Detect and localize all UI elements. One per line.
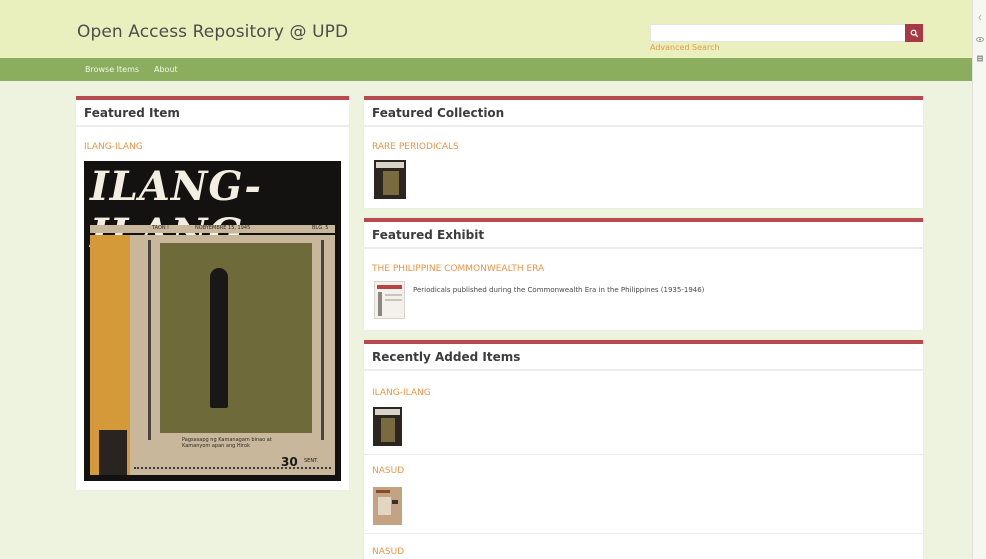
- cover-dotted-rule: [134, 467, 331, 469]
- nav-browse-items[interactable]: Browse Items: [85, 65, 139, 74]
- recently-added-panel: Recently Added Items ILANG-ILANG NASUD N…: [364, 340, 923, 559]
- browser-side-strip: [972, 0, 986, 559]
- recent-item-thumbnail[interactable]: [373, 487, 402, 525]
- advanced-search-link[interactable]: Advanced Search: [650, 43, 720, 52]
- featured-collection-panel: Featured Collection RARE PERIODICALS: [364, 96, 923, 208]
- site-title[interactable]: Open Access Repository @ UPD: [77, 22, 348, 42]
- cover-body: Pagsasapg ng Kamanagam binao at Kamanyom…: [90, 235, 335, 475]
- search-icon: [910, 29, 918, 37]
- recent-item-title-link[interactable]: ILANG-ILANG: [372, 388, 431, 398]
- eye-icon[interactable]: [976, 36, 984, 43]
- featured-exhibit-title-link[interactable]: THE PHILIPPINE COMMONWEALTH ERA: [372, 264, 544, 274]
- recent-item-title-link[interactable]: NASUD: [372, 547, 404, 557]
- recent-divider: [364, 454, 923, 455]
- note-icon[interactable]: [976, 55, 984, 62]
- featured-collection-title-link[interactable]: RARE PERIODICALS: [372, 142, 459, 152]
- cover-masthead: ILANG-ILANG: [90, 163, 262, 257]
- featured-collection-heading: Featured Collection: [364, 100, 923, 127]
- search-button[interactable]: [905, 24, 923, 42]
- cover-caption: Pagsasapg ng Kamanagam binao at Kamanyom…: [182, 437, 272, 449]
- recently-added-heading: Recently Added Items: [364, 344, 923, 371]
- featured-collection-thumbnail[interactable]: [374, 160, 406, 199]
- search-input[interactable]: [650, 24, 906, 42]
- recent-item-thumbnail[interactable]: [373, 407, 402, 446]
- featured-exhibit-description: Periodicals published during the Commonw…: [413, 286, 705, 294]
- recent-item-title-link[interactable]: NASUD: [372, 466, 404, 476]
- featured-item-title-link[interactable]: ILANG-ILANG: [84, 142, 143, 152]
- cover-issue-date: NOBYEMBRE 15, 1945: [195, 225, 251, 231]
- cover-column-left: [148, 240, 151, 440]
- chevron-left-icon[interactable]: [976, 14, 984, 21]
- cover-painting: [160, 243, 312, 433]
- site-header: Open Access Repository @ UPD Advanced Se…: [0, 0, 972, 58]
- nav-about[interactable]: About: [154, 65, 178, 74]
- cover-issue-left: TAON I: [152, 225, 169, 231]
- cover-issue-band: TAON I NOBYEMBRE 15, 1945 BLG. 5: [90, 225, 335, 233]
- main-nav: Browse Items About: [0, 58, 972, 81]
- cover-price-unit: SENT.: [304, 458, 319, 464]
- cover-small-artwork: [99, 430, 127, 475]
- featured-item-heading: Featured Item: [76, 100, 349, 127]
- featured-exhibit-thumbnail[interactable]: [374, 281, 405, 319]
- cover-column-right: [321, 240, 324, 440]
- cover-figure: [210, 268, 228, 408]
- featured-exhibit-panel: Featured Exhibit THE PHILIPPINE COMMONWE…: [364, 218, 923, 330]
- cover-issue-right: BLG. 5: [312, 225, 329, 231]
- featured-item-cover-image[interactable]: ILANG-ILANG TAON I NOBYEMBRE 15, 1945 BL…: [84, 161, 341, 481]
- featured-item-panel: Featured Item ILANG-ILANG ILANG-ILANG TA…: [76, 96, 349, 490]
- recent-divider: [364, 533, 923, 534]
- featured-exhibit-heading: Featured Exhibit: [364, 222, 923, 249]
